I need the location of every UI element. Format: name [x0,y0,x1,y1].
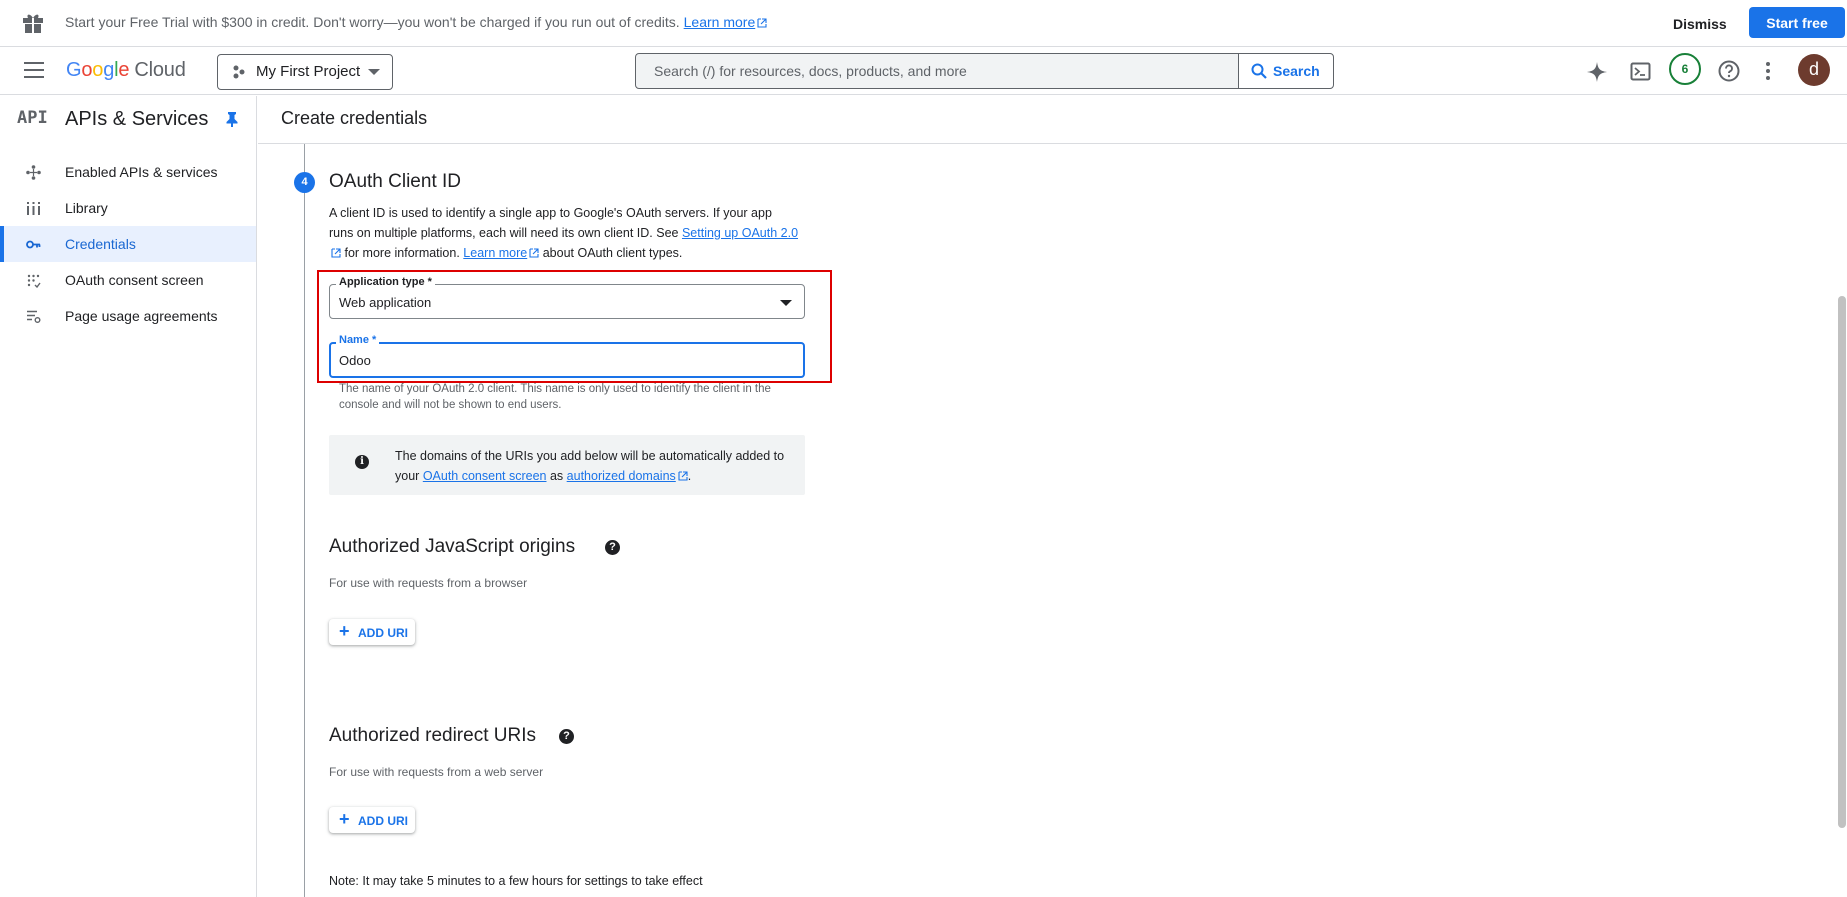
external-link-icon [331,248,341,258]
redirect-uris-subtitle: For use with requests from a web server [329,765,544,779]
step-number-badge: 4 [294,172,315,193]
key-icon [26,240,41,249]
js-origins-subtitle: For use with requests from a browser [329,576,528,590]
library-icon [27,202,40,215]
sidebar-header: API APIs & Services [0,96,256,144]
cloud-shell-icon[interactable] [1630,61,1651,82]
external-link-icon [529,248,539,258]
stepper-line [304,144,305,897]
dropdown-arrow-icon [780,300,792,306]
page-title: Create credentials [281,108,428,128]
project-name: My First Project [256,63,361,80]
info-icon: i [355,455,369,469]
dismiss-button[interactable]: Dismiss [1661,11,1739,37]
step-description: A client ID is used to identify a single… [329,206,799,260]
sidebar-item-page-usage[interactable]: Page usage agreements [0,298,256,334]
step-title: OAuth Client ID [329,171,461,192]
info-text: The domains of the URIs you add below wi… [395,449,785,483]
application-type-value: Web application [339,295,432,310]
consent-icon [27,274,41,288]
sidebar-item-oauth-consent[interactable]: OAuth consent screen [0,262,256,298]
authorized-domains-link[interactable]: authorized domains [567,469,676,483]
project-picker[interactable]: My First Project [217,54,393,90]
banner-message: Start your Free Trial with $300 in credi… [65,14,680,30]
pin-icon[interactable] [225,111,239,127]
search-button[interactable]: Search [1238,53,1334,89]
avatar[interactable]: d [1798,54,1830,86]
external-link-icon [757,18,767,28]
banner-learn-more-link[interactable]: Learn more [684,14,756,30]
sidebar-item-enabled-apis[interactable]: Enabled APIs & services [0,154,256,190]
name-label: Name * [336,334,380,346]
project-icon [233,65,245,79]
main-menu-icon[interactable] [24,62,44,80]
setting-up-oauth-link[interactable]: Setting up OAuth 2.0 [682,226,798,240]
settings-list-icon [27,310,41,323]
settings-note: Note: It may take 5 minutes to a few hou… [329,874,703,888]
header-divider [258,143,1847,144]
name-input[interactable]: Odoo [339,353,371,368]
search-bar[interactable]: Search (/) for resources, docs, products… [635,53,1334,89]
sidebar-item-library[interactable]: Library [0,190,256,226]
sidebar-item-credentials[interactable]: Credentials [0,226,256,262]
help-icon[interactable] [1718,60,1740,82]
oauth-consent-screen-link[interactable]: OAuth consent screen [423,469,547,483]
sidebar-title: APIs & Services [65,108,209,130]
more-vert-icon[interactable] [1765,61,1771,81]
search-icon [1251,63,1267,79]
name-hint: The name of your OAuth 2.0 client. This … [339,383,771,411]
free-trial-banner: Start your Free Trial with $300 in credi… [0,0,1847,47]
start-free-button[interactable]: Start free [1749,7,1845,38]
help-circle-icon[interactable]: ? [559,729,574,744]
redirect-uris-title: Authorized redirect URIs [329,725,536,746]
search-input[interactable]: Search (/) for resources, docs, products… [654,63,967,79]
plus-icon: + [339,621,350,641]
notifications-badge[interactable]: 6 [1669,53,1701,85]
learn-more-link[interactable]: Learn more [463,246,527,260]
banner-text: Start your Free Trial with $300 in credi… [65,14,767,30]
api-icon: API [17,108,48,128]
plus-icon: + [339,809,350,829]
google-cloud-logo[interactable]: Google Cloud [66,59,186,82]
gemini-sparkle-icon[interactable] [1586,61,1608,83]
js-origins-title: Authorized JavaScript origins [329,536,576,557]
application-type-label: Application type * [336,276,435,288]
info-callout: i The domains of the URIs you add below … [329,435,805,495]
external-link-icon [678,471,688,481]
sidebar: API APIs & Services Enabled APIs & servi… [0,96,257,897]
chevron-down-icon [368,69,380,75]
diamond-dots-icon [26,165,41,180]
top-header: Google Cloud My First Project Search (/) … [0,48,1847,95]
scrollbar[interactable] [1838,296,1846,828]
name-field[interactable]: Name * Odoo [329,334,805,378]
help-circle-icon[interactable]: ? [605,540,620,555]
gift-icon [23,14,43,33]
add-js-origin-uri-button[interactable]: + ADD URI [329,619,415,645]
add-redirect-uri-button[interactable]: + ADD URI [329,807,415,833]
application-type-select[interactable]: Application type * Web application [329,276,805,319]
